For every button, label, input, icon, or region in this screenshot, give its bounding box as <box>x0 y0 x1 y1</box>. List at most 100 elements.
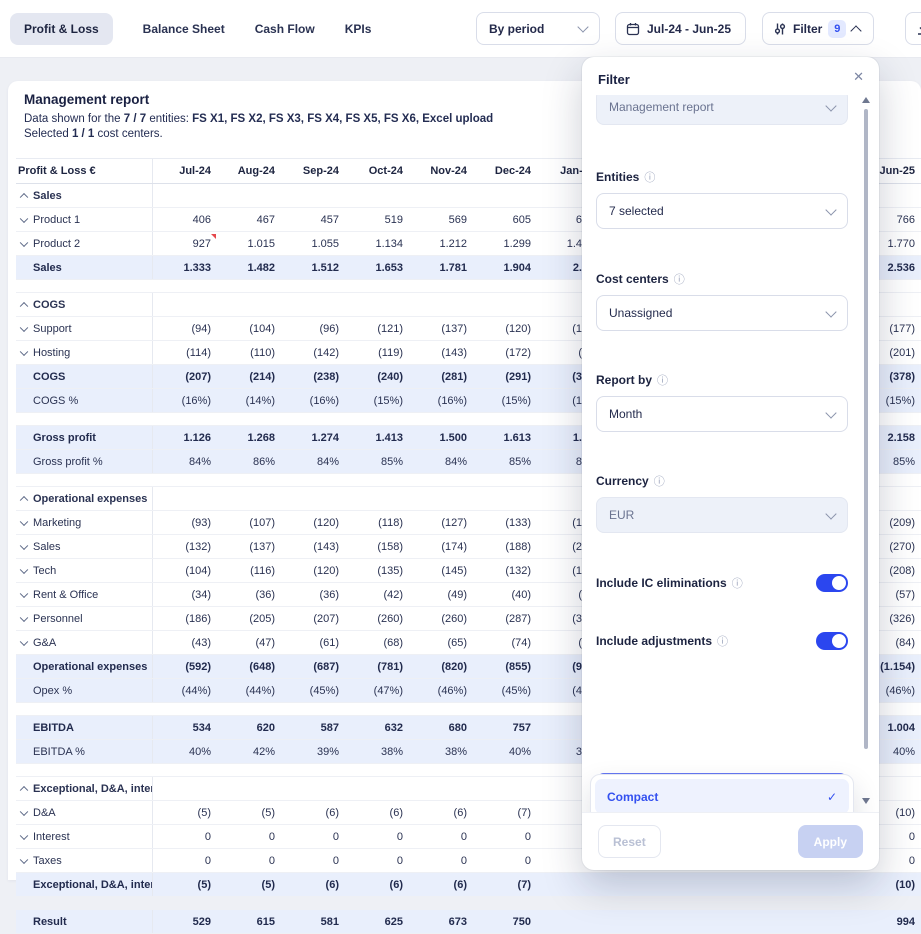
value-cell: 40% <box>508 745 531 758</box>
info-icon[interactable]: ⓘ <box>732 575 743 591</box>
report-by-select[interactable]: Month <box>596 396 848 432</box>
value-cell <box>281 487 345 510</box>
value-cell <box>217 777 281 800</box>
expand-chevron-icon[interactable] <box>19 323 29 332</box>
expand-chevron-icon[interactable] <box>19 807 29 816</box>
value-cell: 85% <box>508 455 531 468</box>
value-cell <box>537 910 601 933</box>
info-icon[interactable]: ⓘ <box>674 271 685 287</box>
expand-chevron-icon[interactable] <box>19 214 29 223</box>
scroll-down-arrow-icon[interactable] <box>862 798 870 804</box>
first-column-header: Profit & Loss € <box>16 159 153 183</box>
entities-select[interactable]: 7 selected <box>596 193 848 229</box>
value-cell: 0 <box>268 830 275 843</box>
report-by-value: Month <box>609 407 643 421</box>
value-cell: 1.268 <box>247 431 275 444</box>
report-type-select[interactable]: Management report <box>596 95 848 125</box>
tab-balance-sheet[interactable]: Balance Sheet <box>143 22 225 36</box>
expand-chevron-icon[interactable] <box>19 238 29 247</box>
label-text: Entities <box>596 170 640 184</box>
row-label-cell: Operational expenses <box>16 655 153 678</box>
value-cell: 757 <box>512 721 531 734</box>
calendar-icon <box>626 22 640 35</box>
filter-button[interactable]: Filter 9 <box>762 12 874 45</box>
info-icon[interactable]: ⓘ <box>657 372 668 388</box>
value-cell: (205) <box>249 612 275 625</box>
expand-chevron-icon[interactable] <box>19 589 29 598</box>
collapse-chevron-icon[interactable] <box>19 785 29 794</box>
collapse-chevron-icon[interactable] <box>19 495 29 504</box>
reset-button[interactable]: Reset <box>598 825 661 858</box>
chevron-down-icon <box>825 305 837 318</box>
filter-panel: Filter ✕ Management report Entities ⓘ 7 … <box>582 57 879 870</box>
filter-panel-footer: Reset Apply <box>582 812 879 870</box>
value-cell <box>729 910 793 933</box>
download-button[interactable] <box>905 12 921 45</box>
value-cell <box>409 487 473 510</box>
toggle-knob <box>832 576 846 590</box>
value-cell: (61) <box>319 636 339 649</box>
row-label: Operational expenses <box>33 492 148 505</box>
menu-item-compact[interactable]: Compact ✓ <box>595 779 849 812</box>
row-label: Exceptional, D&A, inter... <box>33 782 153 795</box>
row-label-cell: COGS % <box>16 389 153 412</box>
row-label: Gross profit % <box>33 455 103 468</box>
value-cell: (5) <box>261 806 275 819</box>
adjustments-toggle[interactable] <box>816 632 848 650</box>
cost-centers-select[interactable]: Unassigned <box>596 295 848 331</box>
column-header: Aug-24 <box>237 165 275 177</box>
expand-chevron-icon[interactable] <box>19 613 29 622</box>
row-label-cell: Sales <box>16 256 153 279</box>
value-cell: (116) <box>250 564 275 577</box>
value-cell: (14%) <box>245 394 275 407</box>
row-label-cell: COGS <box>16 293 153 316</box>
expand-chevron-icon[interactable] <box>19 855 29 864</box>
filter-panel-body: Management report Entities ⓘ 7 selected … <box>582 95 879 812</box>
value-cell: (260) <box>441 612 467 625</box>
expand-chevron-icon[interactable] <box>19 637 29 646</box>
column-header: Nov-24 <box>430 165 467 177</box>
expand-chevron-icon[interactable] <box>19 541 29 550</box>
value-cell: 39% <box>316 745 339 758</box>
value-cell <box>601 910 665 933</box>
tab-profit-loss[interactable]: Profit & Loss <box>10 12 113 45</box>
value-cell <box>281 184 345 207</box>
info-icon[interactable]: ⓘ <box>654 473 665 489</box>
date-range-button[interactable]: Jul-24 - Jun-25 <box>615 12 746 45</box>
collapse-chevron-icon[interactable] <box>19 301 29 310</box>
row-label-cell: Personnel <box>16 607 153 630</box>
close-icon[interactable]: ✕ <box>853 69 864 85</box>
row-label-cell: Gross profit <box>16 426 153 449</box>
apply-button[interactable]: Apply <box>797 825 863 858</box>
value-cell: (648) <box>249 660 275 673</box>
expand-chevron-icon[interactable] <box>19 831 29 840</box>
tab-cash-flow[interactable]: Cash Flow <box>255 22 315 36</box>
row-label: COGS <box>33 370 66 383</box>
check-icon: ✓ <box>826 789 837 804</box>
scroll-up-arrow-icon[interactable] <box>862 97 870 103</box>
expand-chevron-icon[interactable] <box>19 347 29 356</box>
collapse-chevron-icon[interactable] <box>19 192 29 201</box>
value-cell: (120) <box>313 516 339 529</box>
value-cell <box>217 293 281 316</box>
label-text: Currency <box>596 474 649 488</box>
row-label: Personnel <box>33 612 83 625</box>
info-icon[interactable]: ⓘ <box>717 633 728 649</box>
info-icon[interactable]: ⓘ <box>644 169 655 185</box>
row-label: Exceptional, D&A, inter... <box>33 878 153 891</box>
ic-eliminations-toggle[interactable] <box>816 574 848 592</box>
expand-chevron-icon[interactable] <box>19 517 29 526</box>
currency-label: Currency ⓘ <box>596 473 848 489</box>
currency-select[interactable]: EUR <box>596 497 848 533</box>
report-tabs: Profit & Loss Balance Sheet Cash Flow KP… <box>10 12 371 45</box>
period-select[interactable]: By period <box>476 12 600 45</box>
value-cell: (281) <box>441 370 467 383</box>
report-by-label: Report by ⓘ <box>596 372 848 388</box>
tab-kpis[interactable]: KPIs <box>345 22 372 36</box>
value-cell <box>473 293 537 316</box>
scrollbar-thumb[interactable] <box>864 109 868 749</box>
expand-chevron-icon[interactable] <box>19 565 29 574</box>
option-label: Compact <box>607 789 659 804</box>
value-cell: 750 <box>512 915 531 928</box>
row-label: EBITDA % <box>33 745 85 758</box>
